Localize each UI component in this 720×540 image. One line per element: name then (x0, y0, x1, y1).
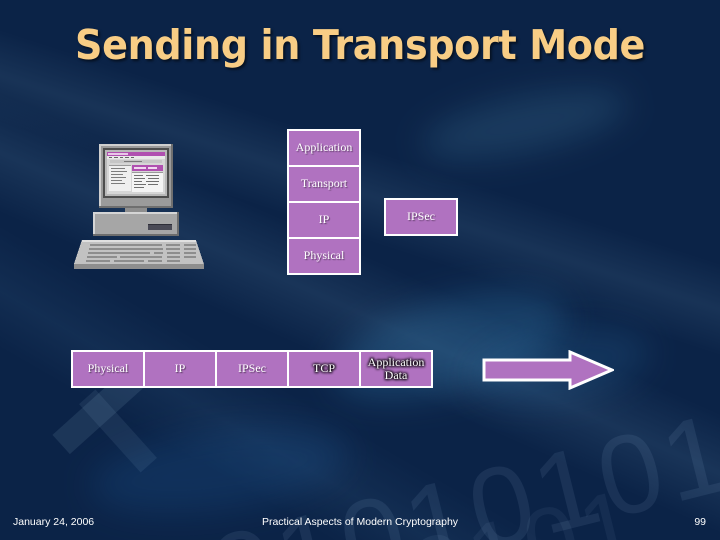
footer-page-number: 99 (694, 516, 706, 528)
protocol-stack: Application Transport IP Physical (287, 129, 361, 275)
stack-layer-label: Transport (300, 176, 348, 191)
packet-cell-label: IP (174, 361, 186, 376)
right-arrow-icon (482, 349, 616, 391)
page-title: Sending in Transport Mode (74, 21, 646, 69)
stack-layer-label: Application (295, 140, 353, 155)
packet-cell-label: Application Data (367, 354, 425, 382)
slide-canvas: 01010101 010101 Sending in Transport Mod… (0, 0, 720, 540)
stack-layer-physical[interactable]: Physical (287, 237, 361, 275)
ipsec-module-label: IPSec (407, 209, 435, 224)
packet-cell-tcp-encrypted[interactable]: TCP (287, 350, 361, 388)
desktop-computer-icon (68, 144, 210, 272)
packet-cell-ip[interactable]: IP (143, 350, 217, 388)
stack-layer-label: IP (318, 212, 330, 227)
packet-cell-label: IPSec (238, 361, 266, 376)
packet-cell-ipsec[interactable]: IPSec (215, 350, 289, 388)
stack-layer-label: Physical (303, 248, 345, 263)
stack-layer-ip[interactable]: IP (287, 201, 361, 239)
packet-cell-physical[interactable]: Physical (71, 350, 145, 388)
ipsec-module-box[interactable]: IPSec (384, 198, 458, 236)
stack-layer-transport[interactable]: Transport (287, 165, 361, 203)
packet-cell-label: TCP (312, 361, 335, 376)
packet-cell-label: Physical (87, 361, 129, 376)
packet-cell-application-data-encrypted[interactable]: Application Data (359, 350, 433, 388)
footer-title: Practical Aspects of Modern Cryptography (261, 516, 459, 528)
stack-layer-application[interactable]: Application (287, 129, 361, 167)
